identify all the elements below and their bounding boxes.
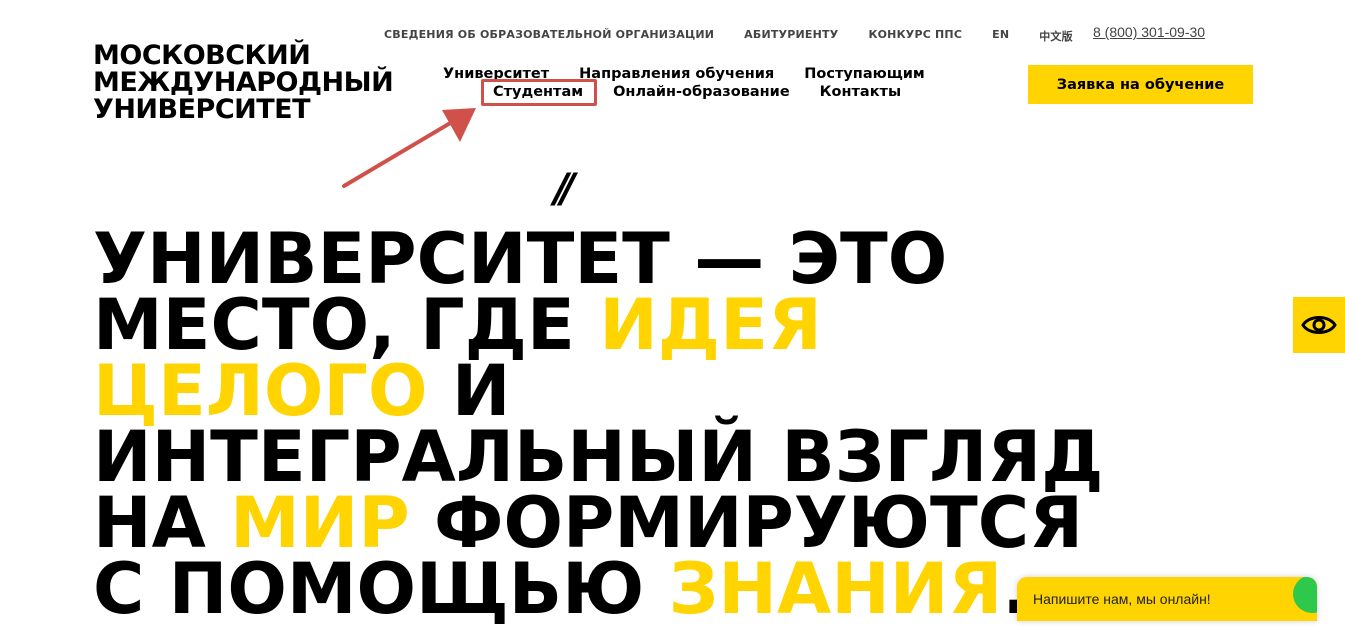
online-status-icon [1293,577,1317,613]
nav-applicants[interactable]: Поступающим [804,66,925,82]
arrow-annotation [342,108,476,188]
main-nav: Университет Направления обучения Поступа… [443,66,925,106]
topnav-applicant[interactable]: АБИТУРИЕНТУ [744,28,838,44]
topnav-org-info[interactable]: СВЕДЕНИЯ ОБ ОБРАЗОВАТЕЛЬНОЙ ОРГАНИЗАЦИИ [384,28,714,44]
apply-button[interactable]: Заявка на обучение [1028,65,1253,104]
nav-university[interactable]: Университет [443,66,549,82]
topnav-lang-zh[interactable]: 中文版 [1039,28,1073,44]
topnav-lang-en[interactable]: EN [992,28,1009,44]
chat-widget[interactable]: Напишите нам, мы онлайн! [1017,577,1317,621]
eye-icon [1301,316,1337,334]
nav-students[interactable]: Студентам [480,79,598,106]
main-nav-row: Университет Направления обучения Поступа… [443,66,925,82]
topnav-contest[interactable]: КОНКУРС ППС [868,28,962,44]
phone-link[interactable]: 8 (800) 301-09-30 [1093,24,1205,40]
decorative-slashes: // [554,166,575,212]
logo-line: МЕЖДУНАРОДНЫЙ [93,67,394,98]
headline-highlight: ЗНАНИЯ [668,548,1003,630]
main-nav-row: Студентам Онлайн-образование Контакты [443,79,925,106]
nav-contacts[interactable]: Контакты [820,84,901,100]
accessibility-button[interactable] [1293,297,1345,353]
hero-headline: УНИВЕРСИТЕТ — ЭТО МЕСТО, ГДЕ ИДЕЯ ЦЕЛОГО… [93,224,1103,624]
headline-highlight: ИДЕЯ [599,284,822,366]
chat-text: Напишите нам, мы онлайн! [1033,591,1211,607]
headline-text: С ПОМОЩЬЮ [93,548,669,630]
top-nav: СВЕДЕНИЯ ОБ ОБРАЗОВАТЕЛЬНОЙ ОРГАНИЗАЦИИ … [384,28,1073,44]
nav-programs[interactable]: Направления обучения [579,66,774,82]
nav-online-education[interactable]: Онлайн-образование [613,84,790,100]
logo-line: МОСКОВСКИЙ [93,40,311,71]
